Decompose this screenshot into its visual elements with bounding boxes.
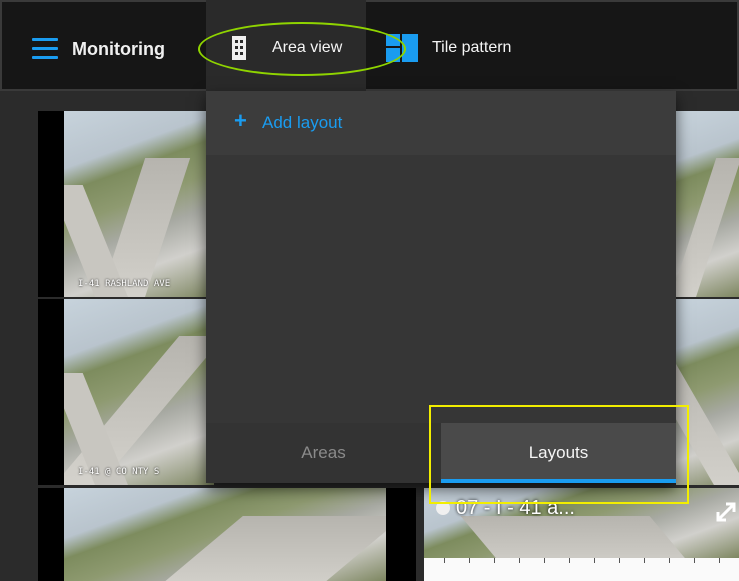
- tab-layouts[interactable]: Layouts: [441, 423, 676, 483]
- tab-tile-pattern-label: Tile pattern: [432, 39, 512, 56]
- active-tab-indicator: [441, 479, 676, 483]
- area-view-dropdown: + Add layout Areas Layouts: [206, 91, 676, 483]
- tab-area-view-label: Area view: [272, 39, 343, 56]
- camera-tile[interactable]: [676, 299, 739, 485]
- tab-tile-pattern[interactable]: Tile pattern: [386, 0, 556, 91]
- tab-layouts-label: Layouts: [528, 443, 589, 462]
- add-layout-button[interactable]: + Add layout: [206, 91, 676, 155]
- camera-stamp: I-41 @ CO NTY S: [78, 467, 160, 477]
- camera-border: [38, 111, 64, 297]
- dropdown-sub-tabs: Areas Layouts: [206, 423, 676, 483]
- page-title: Monitoring: [72, 39, 165, 59]
- add-layout-label: Add layout: [262, 113, 343, 132]
- camera-border: [386, 488, 416, 581]
- hamburger-menu-icon[interactable]: [32, 38, 62, 64]
- tab-areas-label: Areas: [301, 443, 346, 462]
- camera-stamp: I-41 RASHLAND AVE: [78, 279, 171, 289]
- top-bar: Monitoring: [0, 0, 739, 91]
- expand-icon[interactable]: [714, 500, 738, 524]
- tab-area-view[interactable]: Area view: [206, 0, 366, 91]
- camera-icon: [436, 501, 450, 515]
- camera-tile[interactable]: [676, 111, 739, 297]
- plus-icon: +: [234, 108, 247, 133]
- tile-pattern-icon: [386, 34, 418, 62]
- building-icon: [232, 36, 246, 60]
- camera-tile[interactable]: I-41 @ CO NTY S: [64, 299, 214, 485]
- camera-tile[interactable]: I-41 RASHLAND AVE: [64, 111, 214, 297]
- camera-border: [38, 488, 64, 581]
- camera-border: [38, 299, 64, 485]
- camera-tile[interactable]: [64, 488, 386, 581]
- camera-label: 07 - I - 41 a...: [456, 497, 575, 519]
- tab-areas[interactable]: Areas: [206, 423, 441, 483]
- timeline-bar[interactable]: [424, 558, 739, 581]
